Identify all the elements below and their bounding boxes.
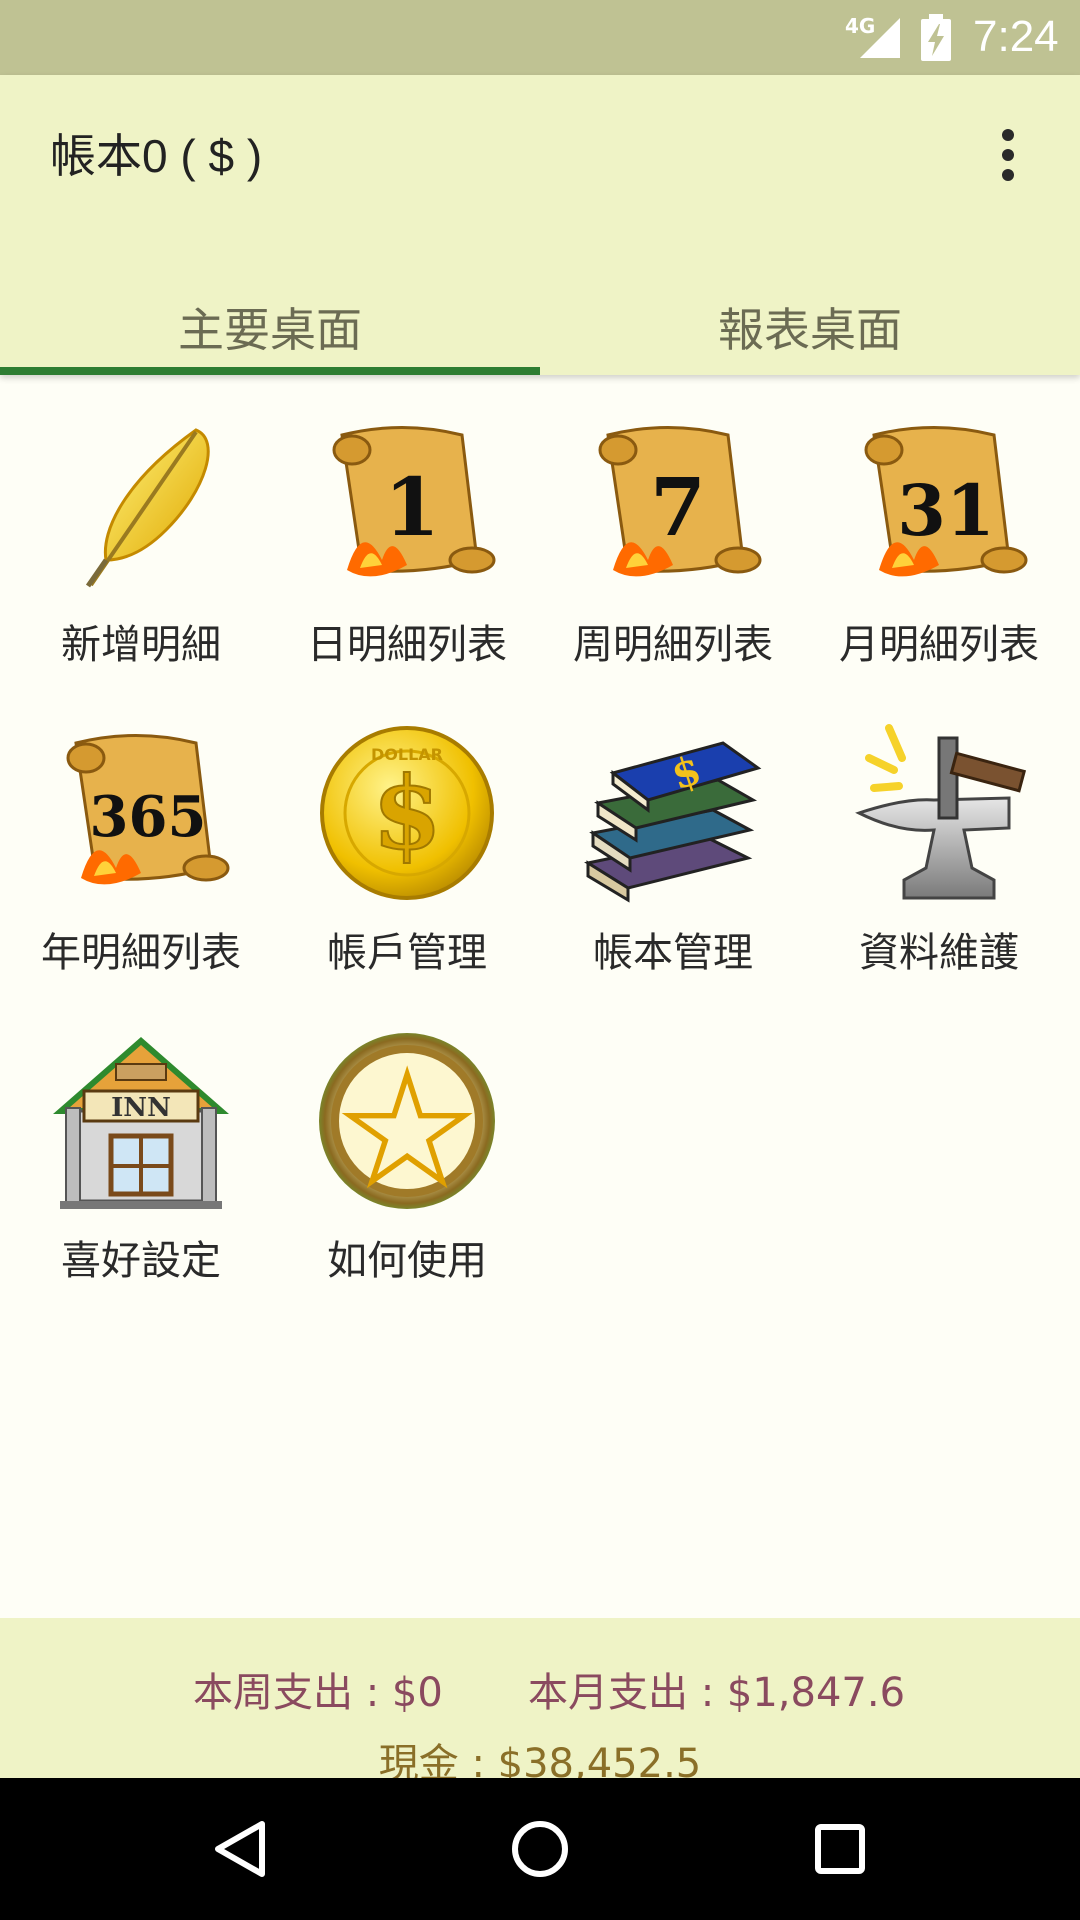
monthly-list-button[interactable]: 31 月明細列表 [806,390,1072,680]
monthly-list-label: 月明細列表 [839,622,1039,668]
scroll-number: 365 [90,784,207,850]
how-to-use-button[interactable]: 如何使用 [274,1006,540,1296]
network-type: 4G [845,14,876,38]
status-bar: 4G 7:24 [0,0,1080,75]
daily-list-button[interactable]: 1 日明細列表 [274,390,540,680]
anvil-hammer-icon [855,724,1027,900]
battery-charging-icon [921,14,951,61]
inn-house-icon: INN [53,1037,229,1209]
scroll-week-7-icon: 7 [598,426,762,577]
app-title: 帳本0 ( $ ) [50,130,263,182]
tab-report-desktop[interactable]: 報表桌面 [540,260,1080,375]
scroll-number: 1 [384,460,440,554]
tab-indicator [0,367,540,375]
data-maintenance-label: 資料維護 [859,930,1019,976]
data-maintenance-button[interactable]: 資料維護 [806,698,1072,988]
inn-sign-text: INN [111,1093,171,1123]
scroll-year-365-icon: 365 [66,734,230,885]
svg-text:$: $ [372,754,442,872]
app-bar: 帳本0 ( $ ) 主要桌面 報表桌面 [0,75,1080,375]
weekly-list-label: 周明細列表 [573,622,773,668]
add-entry-label: 新增明細 [61,622,221,668]
spending-summary: 本周支出 : $0 本月支出 : $1,847.6 現金 : $38,452.5 [0,1618,1080,1787]
yearly-list-label: 年明細列表 [41,930,241,976]
book-stack-icon: $ [584,741,762,903]
more-vert-icon[interactable] [990,125,1026,185]
scroll-number: 31 [897,469,994,552]
add-entry-button[interactable]: 新增明細 [8,390,274,680]
scroll-number: 7 [650,460,706,554]
preferences-button[interactable]: INN 喜好設定 [8,1006,274,1296]
scroll-day-1-icon: 1 [332,426,496,577]
recents-icon[interactable] [770,1778,910,1920]
account-management-button[interactable]: DOLLAR $ 帳戶管理 [274,698,540,988]
yearly-list-button[interactable]: 365 年明細列表 [8,698,274,988]
daily-list-label: 日明細列表 [307,622,507,668]
gold-dollar-coin-icon: DOLLAR $ [320,726,494,900]
clock: 7:24 [973,12,1059,61]
weekly-list-button[interactable]: 7 周明細列表 [540,390,806,680]
scroll-month-31-icon: 31 [864,426,1028,577]
tab-main-desktop[interactable]: 主要桌面 [0,260,540,375]
preferences-label: 喜好設定 [61,1238,221,1284]
feather-quill-icon [85,428,210,588]
pentagram-medallion-icon [319,1033,495,1209]
week-spend: 本周支出 : $0 [193,1670,443,1716]
ledger-management-button[interactable]: $ 帳本管理 [540,698,806,988]
month-spend: 本月支出 : $1,847.6 [528,1670,906,1716]
tab-label: 主要桌面 [178,303,362,357]
account-management-label: 帳戶管理 [327,930,487,976]
ledger-management-label: 帳本管理 [593,930,753,976]
system-nav-bar [0,1778,1080,1920]
home-icon[interactable] [470,1778,610,1920]
back-icon[interactable] [170,1778,310,1920]
tab-label: 報表桌面 [718,303,902,357]
how-to-use-label: 如何使用 [327,1238,487,1284]
